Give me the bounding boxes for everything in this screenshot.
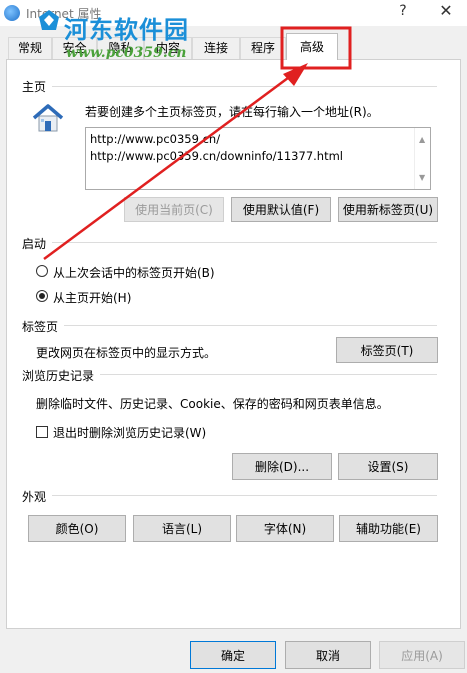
use-new-tab-button[interactable]: 使用新标签页(U) — [338, 197, 438, 222]
radio-home-page-label: 从主页开始(H) — [53, 291, 132, 305]
tabs-heading: 标签页 — [22, 320, 59, 334]
radio-last-session[interactable] — [36, 265, 48, 277]
radio-last-session-label: 从上次会话中的标签页开始(B) — [53, 266, 215, 280]
ok-button[interactable]: 确定 — [190, 641, 276, 669]
languages-button[interactable]: 语言(L) — [133, 515, 231, 542]
home-url-textarea[interactable]: http://www.pc0359.cn/ http://www.pc0359.… — [85, 127, 431, 190]
home-url-line: http://www.pc0359.cn/ — [90, 132, 221, 146]
use-current-button[interactable]: 使用当前页(C) — [124, 197, 224, 222]
tab-general[interactable]: 常规 — [8, 37, 52, 59]
tab-advanced[interactable]: 高级 — [286, 33, 338, 60]
delete-history-button[interactable]: 删除(D)... — [232, 453, 332, 480]
apply-button[interactable]: 应用(A) — [379, 641, 465, 669]
colors-button[interactable]: 颜色(O) — [28, 515, 126, 542]
home-heading: 主页 — [22, 80, 47, 94]
history-description: 删除临时文件、历史记录、Cookie、保存的密码和网页表单信息。 — [36, 397, 389, 411]
accessibility-button[interactable]: 辅助功能(E) — [339, 515, 438, 542]
fonts-button[interactable]: 字体(N) — [236, 515, 334, 542]
watermark-logo-icon — [39, 10, 59, 30]
home-url-line: http://www.pc0359.cn/downinfo/11377.html — [90, 149, 343, 163]
tabs-divider — [64, 325, 437, 326]
startup-divider — [52, 242, 437, 243]
help-button[interactable]: ? — [396, 3, 410, 19]
tabs-settings-button[interactable]: 标签页(T) — [336, 337, 438, 363]
home-instruction: 若要创建多个主页标签页，请在每行输入一个地址(R)。 — [85, 105, 379, 119]
delete-on-exit-label: 退出时删除浏览历史记录(W) — [53, 426, 207, 440]
radio-home-page[interactable] — [36, 290, 48, 302]
house-icon — [32, 104, 64, 132]
appearance-divider — [52, 495, 437, 496]
history-divider — [100, 374, 437, 375]
textarea-scrollbar[interactable]: ▲ ▼ — [414, 128, 430, 189]
startup-heading: 启动 — [22, 237, 47, 251]
history-settings-button[interactable]: 设置(S) — [338, 453, 438, 480]
appearance-heading: 外观 — [22, 490, 47, 504]
tab-programs[interactable]: 程序 — [240, 37, 286, 59]
scroll-down-icon[interactable]: ▼ — [419, 169, 425, 186]
scroll-up-icon[interactable]: ▲ — [419, 131, 425, 148]
cancel-button[interactable]: 取消 — [285, 641, 371, 669]
tabs-description: 更改网页在标签页中的显示方式。 — [36, 346, 217, 360]
home-divider — [52, 86, 437, 87]
close-button[interactable]: ✕ — [438, 1, 454, 20]
tab-connections[interactable]: 连接 — [192, 37, 240, 59]
watermark-site-name: 河东软件园 — [64, 15, 189, 44]
delete-on-exit-checkbox[interactable] — [36, 426, 48, 438]
use-default-button[interactable]: 使用默认值(F) — [231, 197, 331, 222]
internet-explorer-icon — [4, 5, 20, 21]
history-heading: 浏览历史记录 — [22, 369, 95, 383]
